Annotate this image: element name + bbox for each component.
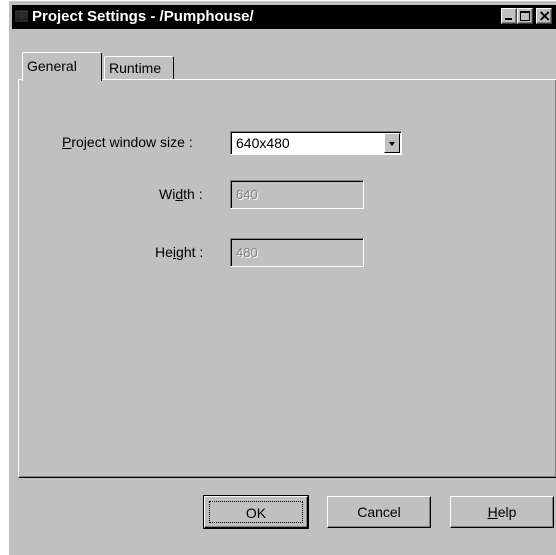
project-window-size-select[interactable]: 640x480 <box>230 131 402 155</box>
cancel-button-label: Cancel <box>357 504 401 520</box>
height-label: Height : <box>155 244 204 260</box>
project-settings-window: ▒▒ Project Settings - /Pumphouse/ Genera… <box>8 0 556 555</box>
minimize-icon[interactable] <box>501 8 517 24</box>
maximize-icon[interactable] <box>517 8 533 24</box>
title-bar[interactable]: ▒▒ Project Settings - /Pumphouse/ <box>12 5 556 29</box>
ok-button[interactable]: OK <box>203 495 309 529</box>
height-field: 480 <box>230 238 364 267</box>
help-button[interactable]: Help <box>450 496 554 528</box>
general-panel: Project window size : 640x480 Width : 64… <box>18 79 556 478</box>
ok-button-label: OK <box>209 501 303 523</box>
close-icon[interactable] <box>536 6 552 25</box>
tab-general[interactable]: General <box>22 52 102 81</box>
project-window-size-label: Project window size : <box>62 134 193 150</box>
project-window-size-value: 640x480 <box>236 135 290 151</box>
tab-general-label: General <box>27 58 77 74</box>
width-label: Width : <box>159 186 203 202</box>
dropdown-arrow-icon[interactable] <box>384 133 400 153</box>
help-button-label: Help <box>487 504 517 520</box>
window-title: Project Settings - /Pumphouse/ <box>32 8 254 25</box>
width-field: 640 <box>230 180 364 209</box>
cancel-button[interactable]: Cancel <box>327 496 431 528</box>
app-icon: ▒▒ <box>15 11 28 22</box>
tab-runtime-label: Runtime <box>109 60 162 76</box>
